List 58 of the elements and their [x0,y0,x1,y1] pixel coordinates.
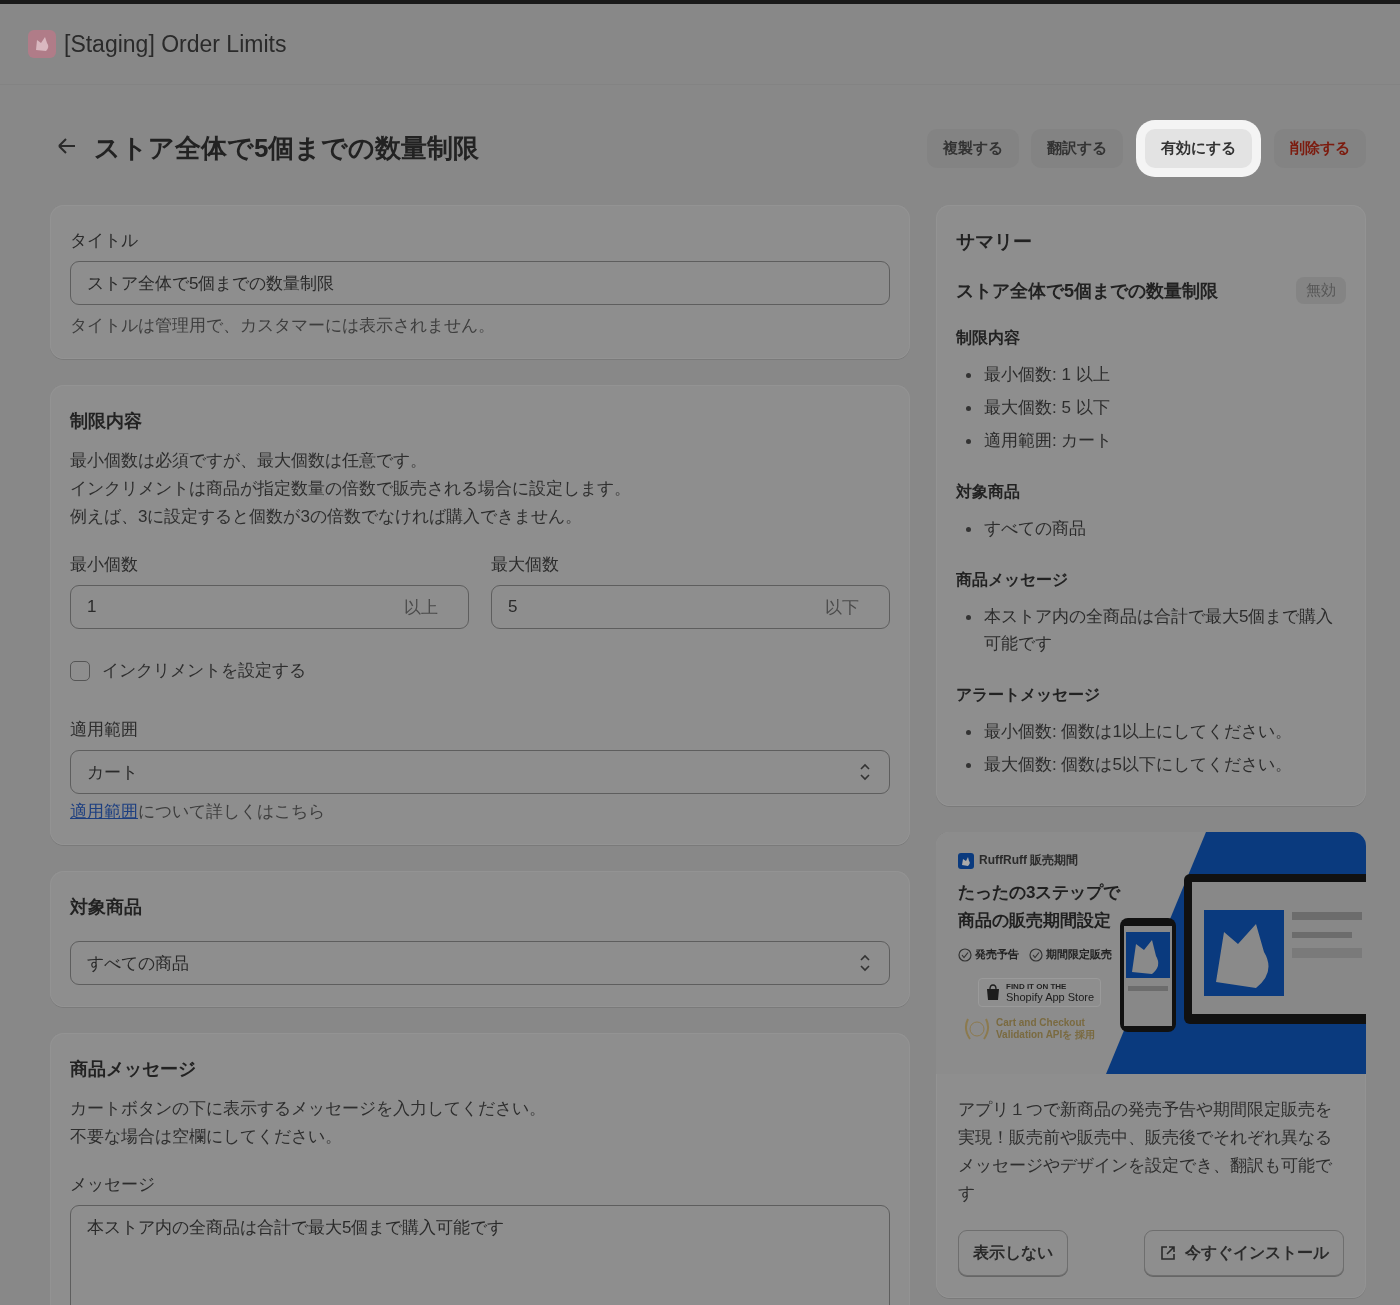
check-circle-icon [1029,947,1043,962]
promo-description: アプリ１つで新商品の発売予告や期間限定販売を実現！販売前や販売中、販売後でそれぞれ異なるメッセージやデザインを設定でき、翻訳も可能です [958,1099,1333,1205]
summary-item: 最小個数: 1 以上 [956,361,1346,388]
delete-button[interactable]: 削除する [1274,128,1366,168]
section-heading: アラートメッセージ [956,685,1101,705]
select-chevron-icon [857,953,873,973]
checkbox[interactable] [70,660,90,681]
card-heading: サマリー [956,230,1033,254]
title-field[interactable]: ストア全体で5個までの数量制限 [70,261,890,305]
description-text: カートボタンの下に表示するメッセージを入力してください。 不要な場合は空欄にしてください。 [70,1098,547,1148]
summary-item: 適用範囲: カート [956,427,1346,454]
check-circle-icon [958,947,972,962]
summary-item: 最大個数: 個数は5以下にしてください。 [956,751,1346,778]
summary-item: 本ストア内の全商品は合計で最大5個まで購入可能です [956,603,1346,657]
field-label: タイトル [70,230,139,252]
card-heading: 制限内容 [70,410,143,433]
brand-logo-icon [958,852,974,869]
products-select[interactable]: すべての商品 [70,941,890,985]
message-textarea[interactable]: 本ストア内の全商品は合計で最大5個まで購入可能です [70,1205,890,1305]
summary-item: すべての商品 [956,515,1346,542]
scope-link[interactable]: 適用範囲 [70,802,138,821]
feature-label: 期間限定販売 [1046,947,1112,962]
app-title: [Staging] Order Limits [64,30,287,58]
field-label: メッセージ [70,1174,156,1196]
promo-headline: たったの3ステップで 商品の販売期間設定 [958,882,1122,932]
field-label: 最小個数 [70,554,139,576]
rule-title: ストア全体で5個までの数量制限 [956,279,1218,303]
external-link-icon [1159,1244,1177,1262]
action-button[interactable]: 翻訳する [1031,128,1123,168]
badge-title: Shopify App Store [1006,991,1095,1003]
help-text: タイトルは管理用で、カスタマーには表示されません。 [70,315,496,337]
summary-item: 最大個数: 5 以下 [956,394,1346,421]
action-button[interactable]: 複製する [927,128,1019,168]
dismiss-button[interactable]: 表示しない [958,1230,1068,1276]
help-text: 適用範囲について詳しくはこちら [70,801,326,823]
page-title: ストア全体で5個までの数量制限 [94,131,481,165]
min-quantity-field[interactable]: 1 以上 [70,585,469,629]
install-button[interactable]: 今すぐインストール [1144,1230,1344,1276]
shopping-bag-icon [985,984,1001,1001]
select-chevron-icon [857,762,873,782]
summary-item: 最小個数: 個数は1以上にしてください。 [956,718,1346,745]
app-store-badge[interactable]: FIND IT ON THE Shopify App Store [978,978,1102,1007]
checkbox-label: インクリメントを設定する [102,660,306,682]
feature-label: 発売予告 [975,947,1019,962]
brand-name: RuffRuff 販売期間 [979,852,1079,869]
field-label: 最大個数 [491,554,560,576]
award-text: Cart and Checkout Validation APIを 採用 [996,1017,1096,1041]
app-logo-icon [28,30,56,58]
badge-caption: FIND IT ON THE [1006,982,1068,991]
section-heading: 商品メッセージ [956,570,1069,590]
card-heading: 商品メッセージ [70,1058,197,1081]
field-label: 適用範囲 [70,719,139,741]
card-heading: 対象商品 [70,896,143,919]
section-heading: 制限内容 [956,328,1021,348]
max-quantity-field[interactable]: 5 以下 [491,585,890,629]
scope-select[interactable]: カート [70,750,890,794]
section-heading: 対象商品 [956,482,1021,502]
description-text: 最小個数は必須ですが、最大個数は任意です。 インクリメントは商品が指定数量の倍数で販売される場合に設定します。 例えば、3に設定すると個数が3の倍数でなければ購入できません。 [70,450,632,528]
